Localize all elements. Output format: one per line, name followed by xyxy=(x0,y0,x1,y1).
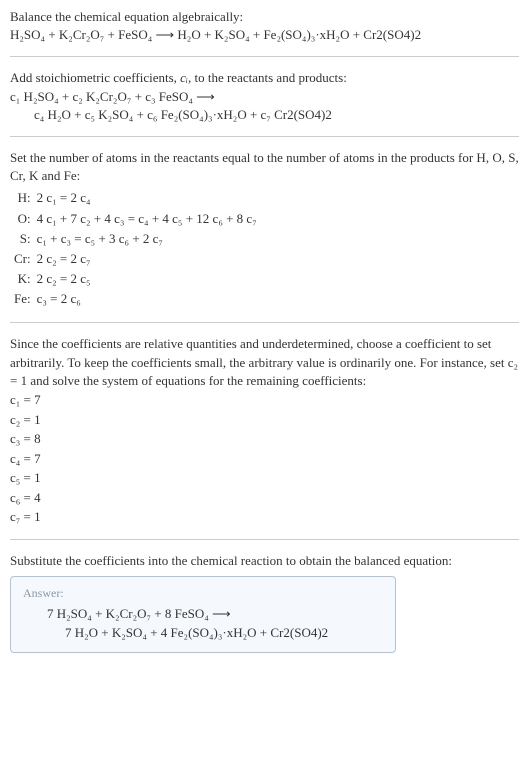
coeff-value: c₅ = 1 xyxy=(10,468,519,488)
element-label: O: xyxy=(10,210,33,230)
divider xyxy=(10,56,519,57)
coefficient-list: c₁ = 7 c₂ = 1 c₃ = 8 c₄ = 7 c₅ = 1 c₆ = … xyxy=(10,390,519,527)
table-row: S: c₁ + c₃ = c₅ + 3 c₆ + 2 c₇ xyxy=(10,230,261,250)
element-equation: 4 c₁ + 7 c₂ + 4 c₃ = c₄ + 4 c₅ + 12 c₆ +… xyxy=(33,210,261,230)
eq-right: H₂O + K₂SO₄ + Fe₂(SO₄)₃·xH₂O + Cr2(SO4)2 xyxy=(177,27,421,42)
intro-section: Balance the chemical equation algebraica… xyxy=(10,8,519,44)
stoich-eq-line2: c₄ H₂O + c₅ K₂SO₄ + c₆ Fe₂(SO₄)₃·xH₂O + … xyxy=(34,106,519,124)
element-equation: 2 c₁ = 2 c₄ xyxy=(33,189,261,209)
final-section: Substitute the coefficients into the che… xyxy=(10,552,519,653)
divider xyxy=(10,136,519,137)
stoich-text-part2: , to the reactants and products: xyxy=(188,70,347,85)
element-equation: 2 c₂ = 2 c₇ xyxy=(33,250,261,270)
table-row: O: 4 c₁ + 7 c₂ + 4 c₃ = c₄ + 4 c₅ + 12 c… xyxy=(10,210,261,230)
solve-section: Since the coefficients are relative quan… xyxy=(10,335,519,526)
arrow-icon: ⟶ xyxy=(156,27,175,42)
element-label: Cr: xyxy=(10,250,33,270)
element-equation: 2 c₂ = 2 c₅ xyxy=(33,270,261,290)
coeff-value: c₁ = 7 xyxy=(10,390,519,410)
balanced-eq-line2: 7 H₂O + K₂SO₄ + 4 Fe₂(SO₄)₃·xH₂O + Cr2(S… xyxy=(65,624,383,642)
coeff-value: c₄ = 7 xyxy=(10,449,519,469)
unbalanced-equation: H₂SO₄ + K₂Cr₂O₇ + FeSO₄ ⟶ H₂O + K₂SO₄ + … xyxy=(10,26,519,44)
final-paragraph: Substitute the coefficients into the che… xyxy=(10,552,519,570)
balanced-eq-line1: 7 H₂SO₄ + K₂Cr₂O₇ + 8 FeSO₄ ⟶ xyxy=(47,605,383,623)
divider xyxy=(10,322,519,323)
coeff-value: c₃ = 8 xyxy=(10,429,519,449)
element-label: H: xyxy=(10,189,33,209)
atom-equations-table: H: 2 c₁ = 2 c₄ O: 4 c₁ + 7 c₂ + 4 c₃ = c… xyxy=(10,189,261,310)
balanced-equation: 7 H₂SO₄ + K₂Cr₂O₇ + 8 FeSO₄ ⟶ 7 H₂O + K₂… xyxy=(47,605,383,641)
element-equation: c₁ + c₃ = c₅ + 3 c₆ + 2 c₇ xyxy=(33,230,261,250)
divider xyxy=(10,539,519,540)
stoich-eq-line1: c₁ H₂SO₄ + c₂ K₂Cr₂O₇ + c₃ FeSO₄ ⟶ xyxy=(10,88,519,106)
table-row: H: 2 c₁ = 2 c₄ xyxy=(10,189,261,209)
table-row: Cr: 2 c₂ = 2 c₇ xyxy=(10,250,261,270)
atoms-intro: Set the number of atoms in the reactants… xyxy=(10,149,519,185)
coeff-value: c₇ = 1 xyxy=(10,507,519,527)
balance-instruction: Balance the chemical equation algebraica… xyxy=(10,8,519,26)
answer-box: Answer: 7 H₂SO₄ + K₂Cr₂O₇ + 8 FeSO₄ ⟶ 7 … xyxy=(10,576,396,653)
stoich-instruction: Add stoichiometric coefficients, cᵢ, to … xyxy=(10,69,519,87)
atoms-section: Set the number of atoms in the reactants… xyxy=(10,149,519,311)
stoich-equation: c₁ H₂SO₄ + c₂ K₂Cr₂O₇ + c₃ FeSO₄ ⟶ c₄ H₂… xyxy=(10,88,519,124)
element-label: Fe: xyxy=(10,290,33,310)
eq-left: H₂SO₄ + K₂Cr₂O₇ + FeSO₄ xyxy=(10,27,152,42)
element-label: K: xyxy=(10,270,33,290)
solve-paragraph: Since the coefficients are relative quan… xyxy=(10,335,519,390)
coeff-value: c₂ = 1 xyxy=(10,410,519,430)
element-equation: c₃ = 2 c₆ xyxy=(33,290,261,310)
coeff-value: c₆ = 4 xyxy=(10,488,519,508)
table-row: Fe: c₃ = 2 c₆ xyxy=(10,290,261,310)
ci-variable: cᵢ xyxy=(180,70,188,85)
answer-label: Answer: xyxy=(23,585,383,602)
stoich-section: Add stoichiometric coefficients, cᵢ, to … xyxy=(10,69,519,124)
table-row: K: 2 c₂ = 2 c₅ xyxy=(10,270,261,290)
stoich-text-part1: Add stoichiometric coefficients, xyxy=(10,70,180,85)
element-label: S: xyxy=(10,230,33,250)
